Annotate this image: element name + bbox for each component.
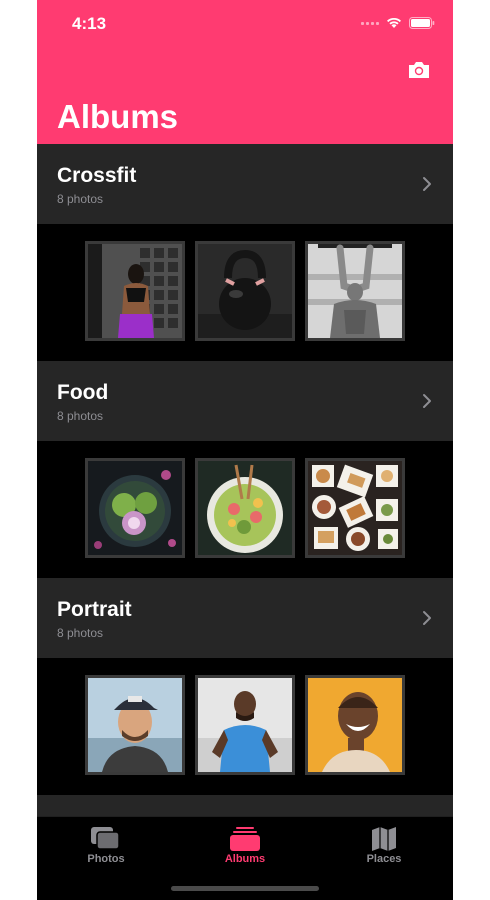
thumbnail-vegetable-bowl[interactable] bbox=[85, 458, 185, 558]
thumbnail-salad-bowl[interactable] bbox=[195, 458, 295, 558]
app-screen: 4:13 Albums Crossfit 8 photos Food 8 pho… bbox=[37, 0, 453, 900]
album-thumbnails-crossfit bbox=[37, 224, 453, 361]
page-title: Albums bbox=[57, 98, 179, 135]
thumbnail-man-cap[interactable] bbox=[85, 675, 185, 775]
man-blue-shirt-photo bbox=[198, 678, 292, 772]
salad-bowl-photo bbox=[198, 461, 292, 555]
wifi-icon bbox=[387, 17, 401, 28]
chevron-right-icon bbox=[423, 394, 431, 408]
tab-places[interactable]: Places bbox=[315, 817, 453, 877]
dishes-table-photo bbox=[308, 461, 402, 555]
tab-photos[interactable]: Photos bbox=[37, 817, 175, 877]
map-icon bbox=[372, 827, 396, 851]
chevron-right-icon bbox=[423, 611, 431, 625]
status-time: 4:13 bbox=[72, 14, 107, 33]
thumbnail-man-pullup[interactable] bbox=[305, 241, 405, 341]
album-thumbnails-portrait bbox=[37, 658, 453, 795]
tab-label: Albums bbox=[224, 853, 266, 865]
tab-label: Photos bbox=[87, 853, 125, 865]
vegetable-bowl-photo bbox=[88, 461, 182, 555]
tab-label: Places bbox=[366, 853, 402, 865]
album-row-crossfit[interactable]: Crossfit 8 photos bbox=[37, 144, 453, 224]
kettlebell-photo bbox=[198, 244, 292, 338]
album-row-food[interactable]: Food 8 photos bbox=[37, 361, 453, 441]
crossfit-woman-photo bbox=[88, 244, 182, 338]
home-indicator bbox=[171, 886, 319, 891]
thumbnail-crossfit-woman[interactable] bbox=[85, 241, 185, 341]
album-name: Food bbox=[57, 381, 109, 404]
thumbnail-man-blue-shirt[interactable] bbox=[195, 675, 295, 775]
album-photo-count: 8 photos bbox=[57, 626, 104, 640]
thumbnail-kettlebell[interactable] bbox=[195, 241, 295, 341]
status-bar: 4:13 bbox=[37, 0, 453, 44]
chevron-right-icon bbox=[423, 177, 431, 191]
album-row-portrait[interactable]: Portrait 8 photos bbox=[37, 578, 453, 658]
nav-header: Albums bbox=[37, 44, 453, 144]
tab-albums[interactable]: Albums bbox=[176, 817, 314, 877]
albums-icon bbox=[230, 827, 260, 851]
camera-button[interactable] bbox=[407, 60, 431, 80]
thumbnail-dishes-table[interactable] bbox=[305, 458, 405, 558]
camera-icon bbox=[409, 62, 429, 78]
album-name: Portrait bbox=[57, 598, 132, 621]
man-pullup-photo bbox=[308, 244, 402, 338]
woman-laughing-photo bbox=[308, 678, 402, 772]
album-photo-count: 8 photos bbox=[57, 409, 104, 423]
thumbnail-woman-laughing[interactable] bbox=[305, 675, 405, 775]
man-cap-photo bbox=[88, 678, 182, 772]
battery-icon bbox=[409, 17, 435, 29]
photos-icon bbox=[91, 827, 120, 850]
album-photo-count: 8 photos bbox=[57, 192, 104, 206]
cellular-signal-icon bbox=[361, 21, 379, 25]
album-name: Crossfit bbox=[57, 164, 137, 187]
album-thumbnails-food bbox=[37, 441, 453, 578]
